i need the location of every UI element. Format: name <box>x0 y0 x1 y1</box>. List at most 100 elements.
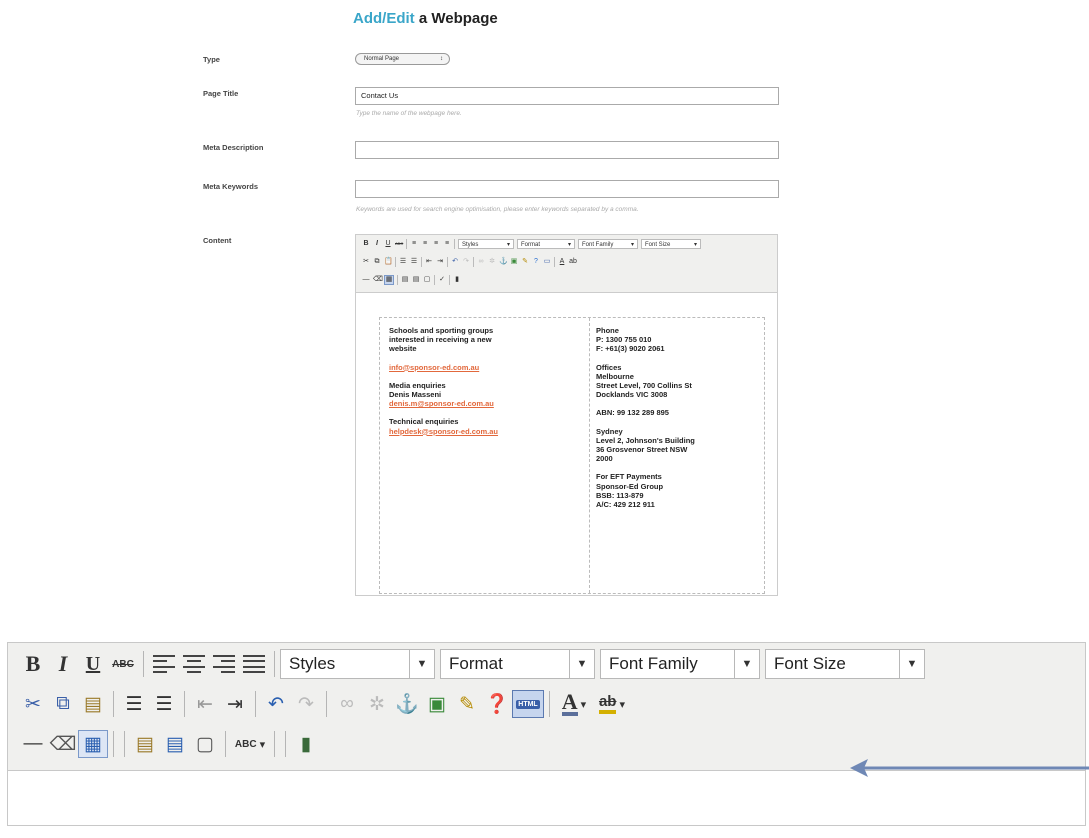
paste-word-icon[interactable]: ▤ <box>412 276 420 284</box>
remove-format-button[interactable]: ⌫ <box>48 730 78 758</box>
italic-button[interactable]: I <box>48 650 78 678</box>
help-button[interactable]: ❓ <box>482 690 512 718</box>
copy-icon[interactable]: ⧉ <box>373 258 381 266</box>
undo-button[interactable]: ↶ <box>261 690 291 718</box>
italic-icon[interactable]: I <box>373 240 381 248</box>
align-justify-icon[interactable]: ≡ <box>443 240 451 248</box>
paste-text-button[interactable]: ▤ <box>130 730 160 758</box>
align-center-icon[interactable]: ≡ <box>421 240 429 248</box>
font-color-button[interactable]: A ▾ <box>555 690 593 718</box>
content-table[interactable]: Schools and sporting groups interested i… <box>379 317 765 594</box>
strikethrough-button[interactable]: ABC <box>108 650 138 678</box>
align-left-button[interactable] <box>149 650 179 678</box>
unlink-button[interactable]: ✲ <box>362 690 392 718</box>
styles-dropdown-preview[interactable]: Styles ▾ <box>458 239 514 249</box>
bullet-list-button[interactable]: ☰ <box>119 690 149 718</box>
paste-text-icon[interactable]: ▤ <box>401 276 409 284</box>
type-select[interactable]: Normal Page ↕ <box>355 53 450 65</box>
info-email-link[interactable]: info@sponsor-ed.com.au <box>389 363 498 372</box>
numbered-list-icon[interactable]: ☰ <box>410 258 418 266</box>
align-left-icon[interactable]: ≡ <box>410 240 418 248</box>
styles-dropdown-label: Styles <box>462 242 479 248</box>
align-center-button[interactable] <box>179 650 209 678</box>
insert-link-button[interactable]: ∞ <box>332 690 362 718</box>
indent-button[interactable]: ⇥ <box>220 690 250 718</box>
highlight-color-button[interactable]: ab ▾ <box>593 690 631 718</box>
html-source-button[interactable]: HTML <box>512 690 544 718</box>
bold-button[interactable]: B <box>18 650 48 678</box>
select-all-icon[interactable]: ▢ <box>423 276 431 284</box>
image-icon[interactable]: ▣ <box>510 258 518 266</box>
font-color-icon[interactable]: A <box>558 258 566 266</box>
cleanup-icon[interactable]: ✎ <box>521 258 529 266</box>
format-dropdown-preview[interactable]: Format ▾ <box>517 239 575 249</box>
font-size-dropdown-label: Font Size <box>774 654 846 673</box>
content-editor-preview[interactable]: B I U ABC ≡ ≡ ≡ ≡ Styles ▾ Format ▾ Font F… <box>355 234 778 596</box>
insert-media-button[interactable]: ▮ <box>291 730 321 758</box>
indent-icon[interactable]: ⇥ <box>436 258 444 266</box>
unlink-icon[interactable]: ✲ <box>488 258 496 266</box>
bullet-list-icon[interactable]: ☰ <box>399 258 407 266</box>
highlight-color-icon[interactable]: ab <box>569 258 577 266</box>
cleanup-button[interactable]: ✎ <box>452 690 482 718</box>
align-right-button[interactable] <box>209 650 239 678</box>
insert-image-button[interactable]: ▣ <box>422 690 452 718</box>
bold-icon[interactable]: B <box>362 240 370 248</box>
outdent-button[interactable]: ⇤ <box>190 690 220 718</box>
cut-button[interactable]: ✂ <box>18 690 48 718</box>
format-dropdown[interactable]: Format ▼ <box>440 649 595 679</box>
help-icon[interactable]: ? <box>532 258 540 266</box>
align-right-icon[interactable]: ≡ <box>432 240 440 248</box>
toolbar-separator <box>549 691 550 717</box>
horizontal-rule-button[interactable]: — <box>18 730 48 758</box>
select-all-button[interactable]: ▢ <box>190 730 220 758</box>
underline-icon[interactable]: U <box>384 240 392 248</box>
numbered-list-button[interactable]: ☰ <box>149 690 179 718</box>
meta-keywords-input[interactable] <box>355 180 779 198</box>
paste-icon[interactable]: 📋 <box>384 258 393 266</box>
insert-table-button[interactable]: ▦ <box>78 730 108 758</box>
help-icon: ❓ <box>485 694 509 715</box>
media-icon[interactable]: ▮ <box>453 276 461 284</box>
undo-icon[interactable]: ↶ <box>451 258 459 266</box>
horizontal-rule-icon[interactable]: — <box>362 276 370 284</box>
font-size-dropdown[interactable]: Font Size ▼ <box>765 649 925 679</box>
paste-word-button[interactable]: ▤ <box>160 730 190 758</box>
spellcheck-icon[interactable]: ✓ <box>438 276 446 284</box>
meta-keywords-hint: Keywords are used for search engine opti… <box>356 206 639 213</box>
font-family-dropdown[interactable]: Font Family ▼ <box>600 649 760 679</box>
strikethrough-icon[interactable]: ABC <box>395 240 403 248</box>
page-title-hint: Type the name of the webpage here. <box>356 110 462 117</box>
anchor-icon[interactable]: ⚓ <box>499 258 508 266</box>
redo-button[interactable]: ↷ <box>291 690 321 718</box>
chevron-down-icon: ▾ <box>693 242 697 248</box>
tech-email-link[interactable]: helpdesk@sponsor-ed.com.au <box>389 427 498 436</box>
eraser-icon[interactable]: ⌫ <box>373 276 383 284</box>
page-title-input[interactable]: Contact Us <box>355 87 779 105</box>
paste-button[interactable]: ▤ <box>78 690 108 718</box>
html-source-icon[interactable]: ▭ <box>543 258 551 266</box>
pointer-arrow-icon <box>850 759 1089 777</box>
meta-description-input[interactable] <box>355 141 779 159</box>
link-icon[interactable]: ∞ <box>477 258 485 266</box>
media-icon: ▮ <box>300 733 312 755</box>
sydney-label: Sydney <box>596 426 623 436</box>
table-icon[interactable]: ▦ <box>384 275 394 285</box>
intro-line: website <box>389 344 417 354</box>
sydney-address-line: 2000 <box>596 454 613 464</box>
anchor-icon: ⚓ <box>395 694 419 715</box>
anchor-button[interactable]: ⚓ <box>392 690 422 718</box>
outdent-icon: ⇤ <box>197 693 213 715</box>
toolbar-separator <box>184 691 185 717</box>
media-email-link[interactable]: denis.m@sponsor-ed.com.au <box>389 399 498 408</box>
align-justify-button[interactable] <box>239 650 269 678</box>
font-size-dropdown-preview[interactable]: Font Size ▾ <box>641 239 701 249</box>
redo-icon[interactable]: ↷ <box>462 258 470 266</box>
cut-icon[interactable]: ✂ <box>362 258 370 266</box>
underline-button[interactable]: U <box>78 650 108 678</box>
copy-button[interactable]: ⧉ <box>48 690 78 718</box>
font-family-dropdown-preview[interactable]: Font Family ▾ <box>578 239 638 249</box>
spellcheck-button[interactable]: ABC ▾ <box>231 730 269 758</box>
styles-dropdown[interactable]: Styles ▼ <box>280 649 435 679</box>
outdent-icon[interactable]: ⇤ <box>425 258 433 266</box>
